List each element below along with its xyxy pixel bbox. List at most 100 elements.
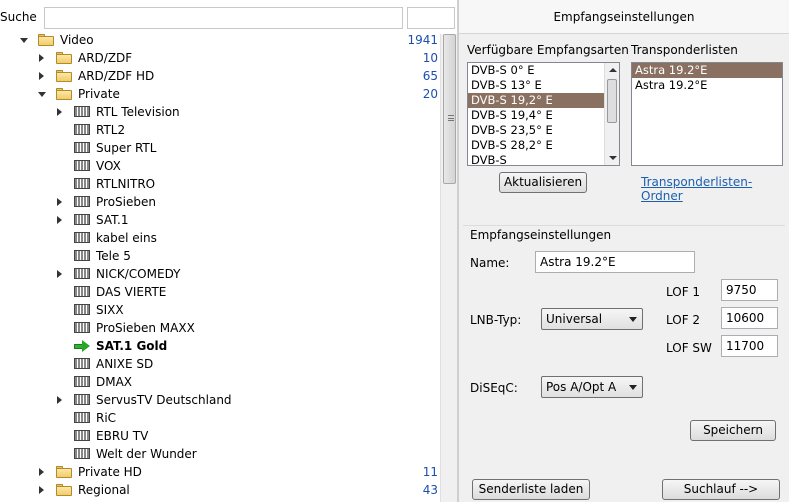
name-field[interactable]: Astra 19.2°E [535,251,695,273]
reception-type-item[interactable]: DVB-S 19,2° E [468,93,619,108]
collapse-arrow-icon[interactable] [38,92,46,97]
tree-channel-row[interactable]: EBRU TV [0,427,440,445]
tree-item-label: ARD/ZDF HD [78,69,155,83]
tv-channel-icon [74,376,90,388]
transponder-list[interactable]: Astra 19.2°E Astra 19.2°E [631,62,783,166]
reception-type-item[interactable]: DVB-S 19,4° E [468,108,619,123]
expand-arrow-icon[interactable] [39,54,44,62]
tree-channel-row[interactable]: Super RTL [0,139,440,157]
tree-item-count: 43 [422,483,438,497]
tree-item-label: Welt der Wunder [96,447,197,461]
reception-type-item[interactable]: DVB-S [468,153,619,165]
tv-channel-icon [74,178,90,190]
scrollbar-thumb[interactable] [443,34,456,184]
tree-folder-row[interactable]: Video 1941 [0,34,440,49]
expand-arrow-icon[interactable] [39,486,44,494]
reception-type-item[interactable]: DVB-S 13° E [468,78,619,93]
tv-channel-icon [74,142,90,154]
transponder-folder-link[interactable]: Transponderlisten-Ordner [641,175,789,203]
scroll-down-icon[interactable] [609,156,617,160]
tree-item-label: RTL2 [96,123,126,137]
reception-type-item[interactable]: DVB-S 28,2° E [468,138,619,153]
tree-folder-row[interactable]: Regional 43 [0,481,440,499]
tree-channel-row[interactable]: SAT.1 [0,211,440,229]
list-scrollbar[interactable] [604,63,619,165]
lof1-field[interactable]: 9750 [721,279,778,301]
tree-channel-row[interactable]: DMAX [0,373,440,391]
scroll-up-icon[interactable] [609,68,617,72]
tree-channel-row[interactable]: ProSieben MAXX [0,319,440,337]
tree-channel-row[interactable]: Tele 5 [0,247,440,265]
tree-folder-row[interactable]: Private HD 11 [0,463,440,481]
tree-channel-row[interactable]: ProSieben [0,193,440,211]
tree-channel-row[interactable]: ANIXE SD [0,355,440,373]
diseqc-select[interactable]: Pos A/Opt A [541,376,643,398]
tv-channel-icon [74,430,90,442]
lof-sw-field[interactable]: 11700 [721,335,778,357]
expand-arrow-icon[interactable] [57,108,62,116]
lof2-label: LOF 2 [666,313,701,327]
chevron-down-icon [629,317,637,322]
tv-channel-icon [74,322,90,334]
channel-tree: Video 1941 ARD/ZDF 10 ARD/ZDF HD 65 Private 20 R… [0,34,440,502]
tree-item-count: 10 [422,51,438,65]
search-filter-field[interactable] [407,7,455,29]
tree-item-label: kabel eins [96,231,157,245]
available-types-list[interactable]: DVB-S 0° E DVB-S 13° E DVB-S 19,2° E DVB-S … [467,62,620,166]
tree-channel-row[interactable]: DAS VIERTE [0,283,440,301]
tv-channel-icon [74,394,90,406]
tree-item-label: RiC [96,411,117,425]
tree-channel-row[interactable]: RTL2 [0,121,440,139]
tree-channel-row[interactable]: RTL Television [0,103,440,121]
expand-arrow-icon[interactable] [57,198,62,206]
lof2-field[interactable]: 10600 [721,307,778,329]
tree-item-label: SAT.1 Gold [96,339,168,353]
lnb-type-select[interactable]: Universal [541,308,643,330]
tree-channel-row[interactable]: SIXX [0,301,440,319]
tree-scrollbar[interactable] [440,34,457,502]
transponder-list-item[interactable]: Astra 19.2°E [632,78,782,93]
lof1-label: LOF 1 [666,285,701,299]
search-input[interactable] [44,7,403,29]
expand-arrow-icon[interactable] [57,216,62,224]
reception-type-item[interactable]: DVB-S 23,5° E [468,123,619,138]
tree-channel-row[interactable]: VOX [0,157,440,175]
tree-folder-row[interactable]: ARD/ZDF 10 [0,49,440,67]
tree-item-count: 65 [422,69,438,83]
load-channel-list-button[interactable]: Senderliste laden [472,479,590,500]
folder-icon [56,52,72,64]
tree-channel-row[interactable]: Welt der Wunder [0,445,440,463]
reception-type-item[interactable]: DVB-S 0° E [468,63,619,78]
search-label: Suche [0,10,37,24]
tree-channel-row[interactable]: SAT.1 Gold [0,337,440,355]
tree-channel-row[interactable]: NICK/COMEDY [0,265,440,283]
tree-item-label: Private HD [78,465,142,479]
list-scrollbar-thumb[interactable] [607,79,617,123]
tree-channel-row[interactable]: RiC [0,409,440,427]
search-bar: Suche [0,0,458,34]
scan-button[interactable]: Suchlauf --> [662,479,780,500]
refresh-button[interactable]: Aktualisieren [499,172,587,193]
tv-channel-icon [74,448,90,460]
tree-channel-row[interactable]: kabel eins [0,229,440,247]
tree-item-label: ServusTV Deutschland [96,393,232,407]
expand-arrow-icon[interactable] [57,270,62,278]
tree-folder-row[interactable]: Private 20 [0,85,440,103]
transponder-list-item[interactable]: Astra 19.2°E [632,63,782,78]
tree-item-count: 11 [422,465,438,479]
reception-settings-pane: Empfangseinstellungen Verfügbare Empfang… [459,0,789,502]
tree-channel-row[interactable]: RTLNITRO [0,175,440,193]
transponder-lists-label: Transponderlisten [631,43,738,57]
tree-channel-row[interactable]: ServusTV Deutschland [0,391,440,409]
tree-item-count: 1941 [407,34,438,47]
expand-arrow-icon[interactable] [57,396,62,404]
tree-folder-row[interactable]: ARD/ZDF HD 65 [0,67,440,85]
save-button[interactable]: Speichern [690,420,776,441]
expand-arrow-icon[interactable] [39,468,44,476]
tree-item-label: EBRU TV [96,429,149,443]
collapse-arrow-icon[interactable] [20,38,28,43]
folder-icon [38,34,54,46]
grip-icon [448,115,454,121]
tree-item-label: SAT.1 [96,213,129,227]
expand-arrow-icon[interactable] [39,72,44,80]
